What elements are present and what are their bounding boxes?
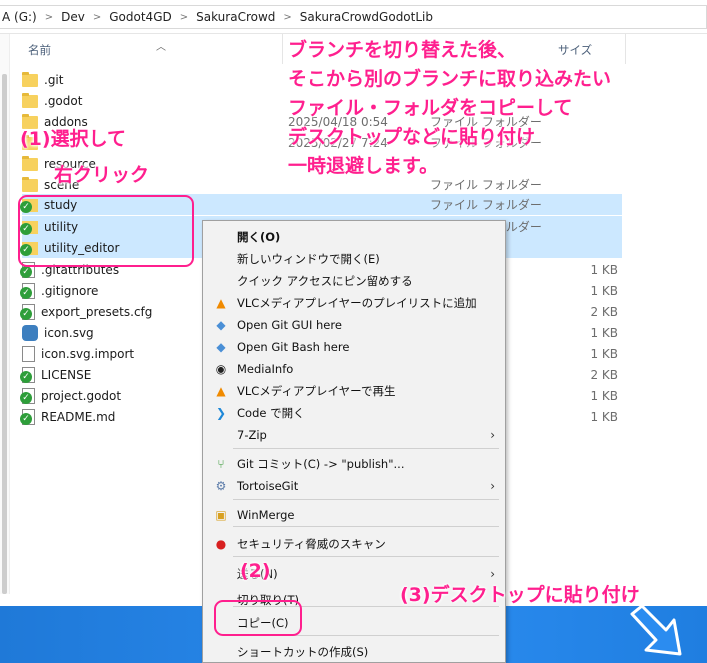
menu-item-label: セキュリティ脅威のスキャン	[237, 537, 386, 551]
menu-separator	[233, 499, 499, 500]
instruction-note: ブランチを切り替えた後、 そこから別のブランチに取り込みたい ファイル・フォルダ…	[288, 36, 611, 181]
breadcrumb-dev[interactable]: Dev	[61, 10, 85, 24]
copy-highlight-frame	[214, 600, 302, 636]
file-size: 1 KB	[590, 346, 618, 361]
menu-item-label: WinMerge	[237, 508, 295, 522]
folder-icon	[22, 156, 38, 171]
menu-item-label: Open Git GUI here	[237, 318, 342, 332]
file-type: ファイル フォルダー	[430, 198, 542, 212]
chevron-right-icon: >	[283, 11, 292, 23]
menu-item-11[interactable]: ⑂ Git コミット(C) -> "publish"...	[203, 453, 505, 475]
breadcrumb-sakuracrowd[interactable]: SakuraCrowd	[196, 10, 275, 24]
note-line: ブランチを切り替えた後、	[288, 39, 517, 61]
file-size: 1 KB	[590, 409, 618, 424]
file-name: .git	[44, 72, 64, 87]
git-gui-icon: ◆	[216, 318, 226, 332]
file-size: 1 KB	[590, 388, 618, 403]
step3-label: (3)デスクトップに貼り付け	[400, 584, 640, 606]
menu-item-1[interactable]: 開く(O)	[203, 226, 505, 248]
menu-item-13[interactable]: ▣ WinMerge	[203, 504, 505, 526]
breadcrumb-drive[interactable]: A (G:)	[2, 10, 37, 24]
vlc-icon: ▲	[216, 296, 226, 310]
menu-item-9[interactable]: ❯ Code で開く	[203, 402, 505, 424]
vscode-icon: ❯	[215, 406, 227, 420]
file-size: 2 KB	[590, 367, 618, 382]
step1-label: (1)選択して	[20, 128, 127, 150]
menu-separator	[233, 448, 499, 449]
git-file-icon	[20, 282, 35, 299]
git-bash-icon: ◆	[216, 340, 226, 354]
mediainfo-icon: ◉	[215, 362, 227, 376]
vlc-icon: ▲	[216, 384, 226, 398]
note-line: 一時退避します。	[288, 155, 439, 177]
menu-separator	[233, 526, 499, 527]
menu-item-2[interactable]: 新しいウィンドウで開く(E)	[203, 248, 505, 270]
menu-item-label: 新しいウィンドウで開く(E)	[237, 252, 380, 266]
column-divider[interactable]	[625, 34, 626, 64]
file-name: .godot	[44, 93, 83, 108]
address-bar[interactable]: A (G:) > Dev > Godot4GD > SakuraCrowd > …	[0, 0, 707, 34]
breadcrumb-godot4gd[interactable]: Godot4GD	[109, 10, 171, 24]
tortoisegit-icon: ⚙	[215, 479, 227, 493]
column-name-header[interactable]: 名前	[28, 42, 51, 58]
git-file-icon	[20, 366, 35, 383]
chevron-right-icon: ›	[490, 479, 495, 493]
git-file-icon	[20, 408, 35, 425]
security-scan-icon: ●	[215, 537, 227, 551]
menu-item-label: ショートカットの作成(S)	[237, 645, 369, 659]
menu-item-label: VLCメディアプレイヤーのプレイリストに追加	[237, 296, 477, 310]
git-file-icon	[20, 303, 35, 320]
menu-item-5[interactable]: ◆ Open Git GUI here	[203, 314, 505, 336]
step1-sublabel: 右クリック	[54, 164, 150, 186]
note-line: そこから別のブランチに取り込みたい	[288, 68, 612, 90]
menu-item-6[interactable]: ◆ Open Git Bash here	[203, 336, 505, 358]
file-size: 1 KB	[590, 325, 618, 340]
folder-icon	[22, 177, 38, 192]
menu-item-label: クイック アクセスにピン留めする	[237, 274, 413, 288]
menu-item-4[interactable]: ▲ VLCメディアプレイヤーのプレイリストに追加	[203, 292, 505, 314]
menu-item-label: 7-Zip	[237, 428, 267, 442]
menu-item-label: TortoiseGit	[237, 479, 299, 493]
menu-item-label: VLCメディアプレイヤーで再生	[237, 384, 396, 398]
file-size: 1 KB	[590, 283, 618, 298]
folder-icon	[22, 93, 38, 108]
breadcrumb[interactable]: A (G:) > Dev > Godot4GD > SakuraCrowd > …	[0, 5, 707, 29]
menu-item-label: Git コミット(C) -> "publish"...	[237, 457, 405, 471]
note-line: デスクトップなどに貼り付け	[288, 126, 536, 148]
sort-up-icon: ︿	[156, 42, 166, 53]
folder-icon	[22, 72, 38, 87]
menu-item-18[interactable]: ショートカットの作成(S)	[203, 641, 505, 663]
menu-item-label: MediaInfo	[237, 362, 294, 376]
git-commit-icon: ⑂	[217, 457, 225, 471]
navigation-pane	[0, 34, 10, 594]
chevron-right-icon: >	[44, 11, 54, 23]
arrow-down-right-icon	[630, 604, 682, 656]
breadcrumb-current[interactable]: SakuraCrowdGodotLib	[300, 10, 433, 24]
file-size: 1 KB	[590, 262, 618, 277]
menu-item-label: Open Git Bash here	[237, 340, 350, 354]
menu-item-label: 開く(O)	[237, 230, 281, 244]
chevron-right-icon: ›	[490, 428, 495, 442]
chevron-right-icon: >	[179, 11, 189, 23]
selection-highlight-frame	[18, 195, 194, 267]
git-file-icon	[20, 387, 35, 404]
step2-label: (2)	[240, 560, 271, 582]
chevron-right-icon: ›	[490, 567, 495, 581]
menu-item-10[interactable]: 7-Zip ›	[203, 424, 505, 446]
nav-scrollbar[interactable]	[2, 74, 7, 594]
menu-item-label: Code で開く	[237, 406, 305, 420]
note-line: ファイル・フォルダをコピーして	[288, 97, 573, 119]
column-divider[interactable]	[282, 34, 283, 64]
godot-icon	[22, 324, 38, 341]
menu-item-14[interactable]: ● セキュリティ脅威のスキャン	[203, 533, 505, 555]
chevron-right-icon: >	[92, 11, 102, 23]
menu-item-12[interactable]: ⚙ TortoiseGit ›	[203, 475, 505, 497]
menu-item-3[interactable]: クイック アクセスにピン留めする	[203, 270, 505, 292]
winmerge-icon: ▣	[215, 508, 227, 522]
file-size: 2 KB	[590, 304, 618, 319]
file-icon	[22, 345, 35, 362]
menu-item-8[interactable]: ▲ VLCメディアプレイヤーで再生	[203, 380, 505, 402]
menu-item-7[interactable]: ◉ MediaInfo	[203, 358, 505, 380]
menu-separator	[233, 556, 499, 557]
